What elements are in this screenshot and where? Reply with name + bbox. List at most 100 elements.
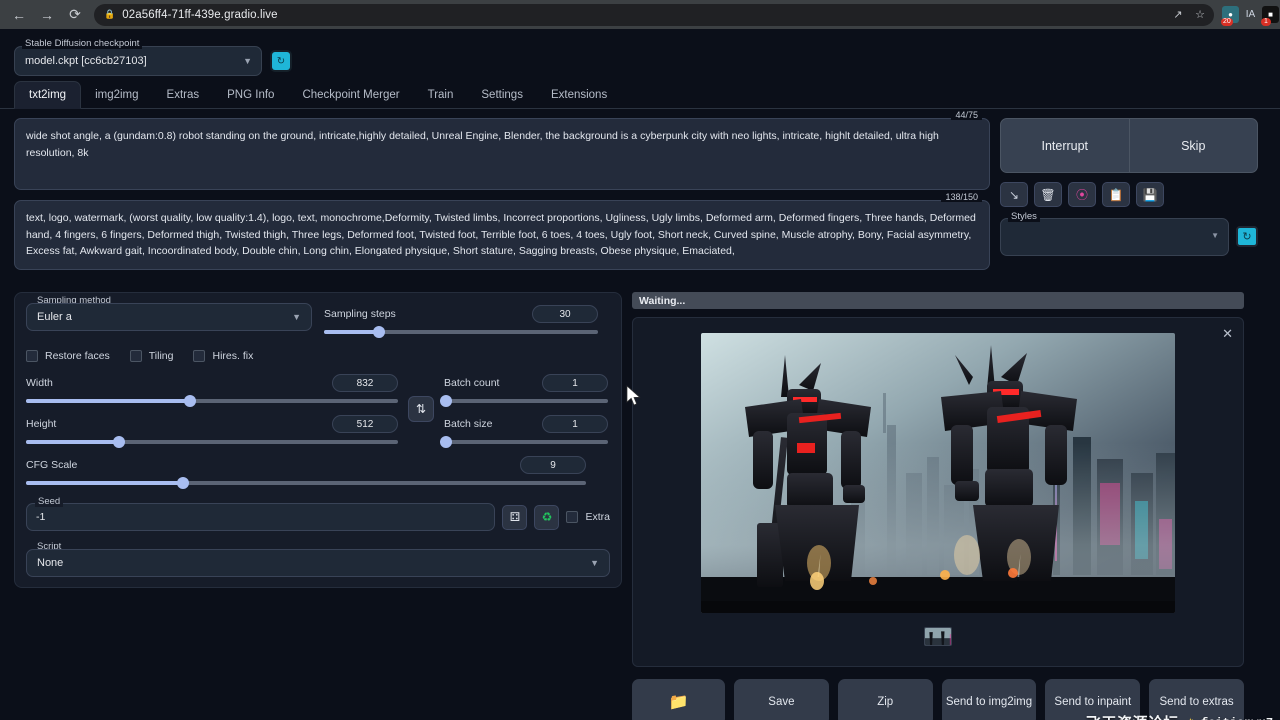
- tab-extensions[interactable]: Extensions: [537, 82, 621, 108]
- batch-size-slider[interactable]: [444, 440, 608, 444]
- slider-handle[interactable]: [440, 395, 452, 407]
- address-bar-actions: ↗ ☆: [1168, 5, 1210, 25]
- star-icon[interactable]: ☆: [1190, 5, 1210, 25]
- script-select[interactable]: None ▼: [26, 549, 610, 577]
- seed-label: Seed: [35, 496, 63, 507]
- script-value: None: [37, 557, 63, 569]
- share-icon[interactable]: ↗: [1168, 5, 1188, 25]
- reload-icon[interactable]: ⟳: [62, 2, 88, 28]
- forward-arrow-icon[interactable]: →: [34, 2, 60, 28]
- width-field: Width 832: [26, 374, 398, 403]
- cfg-scale-field: CFG Scale 9: [26, 456, 586, 485]
- send-to-img2img-button[interactable]: Send to img2img: [942, 679, 1037, 720]
- open-folder-button[interactable]: 📁: [632, 679, 725, 720]
- watermark-site: feitianwu7.com: [1201, 716, 1280, 720]
- checkbox-box: [193, 350, 205, 362]
- thumbnail-svg: [925, 628, 952, 646]
- positive-token-counter: 44/75: [951, 110, 982, 120]
- seed-input[interactable]: Seed -1: [26, 503, 495, 531]
- chevron-down-icon: ▼: [243, 56, 252, 66]
- positive-prompt-input[interactable]: wide shot angle, a (gundam:0.8) robot st…: [14, 118, 990, 190]
- refresh-icon: ↻: [1242, 230, 1251, 243]
- tab-png-info[interactable]: PNG Info: [213, 82, 288, 108]
- lock-icon: 🔒: [104, 9, 115, 20]
- tab-txt2img[interactable]: txt2img: [14, 81, 81, 109]
- batch-size-value[interactable]: 1: [542, 415, 608, 433]
- sampling-steps-label: Sampling steps: [324, 308, 396, 320]
- tab-extras[interactable]: Extras: [153, 82, 214, 108]
- dice-icon[interactable]: ⚃: [502, 505, 527, 530]
- extension-badge-1: 20: [1221, 18, 1233, 26]
- read-generation-params-icon[interactable]: ⦿: [1068, 182, 1096, 207]
- slider-handle[interactable]: [440, 436, 452, 448]
- batch-count-label: Batch count: [444, 377, 499, 389]
- save-style-icon[interactable]: 💾: [1136, 182, 1164, 207]
- interrupt-button[interactable]: Interrupt: [1001, 119, 1129, 172]
- cfg-scale-value[interactable]: 9: [520, 456, 586, 474]
- tiling-checkbox[interactable]: Tiling: [130, 350, 174, 362]
- batch-count-value[interactable]: 1: [542, 374, 608, 392]
- checkbox-box: [26, 350, 38, 362]
- tab-checkpoint-merger[interactable]: Checkpoint Merger: [288, 82, 413, 108]
- swap-wrap: ⇅: [408, 374, 434, 444]
- slider-handle[interactable]: [177, 477, 189, 489]
- extension-icon-1[interactable]: ●20: [1222, 6, 1239, 23]
- tab-train[interactable]: Train: [414, 82, 468, 108]
- prompt-column: 44/75 wide shot angle, a (gundam:0.8) ro…: [14, 118, 990, 280]
- recycle-icon[interactable]: ♻: [534, 505, 559, 530]
- extension-icon-3[interactable]: ■1: [1262, 6, 1279, 23]
- extension-toolbar: ●20 IA ■1 N ▣ 🧩 ◫: [1222, 6, 1280, 23]
- height-slider[interactable]: [26, 440, 398, 444]
- prompt-area: 44/75 wide shot angle, a (gundam:0.8) ro…: [0, 109, 1280, 280]
- progress-status: Waiting...: [632, 292, 1244, 309]
- hires-fix-checkbox[interactable]: Hires. fix: [193, 350, 253, 362]
- height-field: Height 512: [26, 415, 398, 444]
- negative-prompt-wrap: 138/150 text, logo, watermark, (worst qu…: [14, 200, 990, 270]
- clear-prompt-trash-icon[interactable]: 🗑: [1034, 182, 1062, 207]
- restore-faces-checkbox[interactable]: Restore faces: [26, 350, 110, 362]
- dimensions-batch-row: Width 832 Height 512: [26, 374, 610, 444]
- tab-img2img[interactable]: img2img: [81, 82, 152, 108]
- restore-progress-icon[interactable]: ↘: [1000, 182, 1028, 207]
- cfg-head: CFG Scale 9: [26, 456, 586, 474]
- checkpoint-select[interactable]: Stable Diffusion checkpoint model.ckpt […: [14, 46, 262, 76]
- tab-settings[interactable]: Settings: [467, 82, 537, 108]
- save-button[interactable]: Save: [734, 679, 829, 720]
- generated-image[interactable]: [701, 333, 1175, 613]
- styles-row: Styles ▼ ↻: [1000, 218, 1258, 256]
- height-value[interactable]: 512: [332, 415, 398, 433]
- cfg-scale-slider[interactable]: [26, 481, 586, 485]
- extra-seed-checkbox[interactable]: Extra: [566, 511, 610, 523]
- slider-handle[interactable]: [113, 436, 125, 448]
- sampling-steps-slider[interactable]: [324, 330, 598, 334]
- negative-token-counter: 138/150: [941, 192, 982, 202]
- batch-count-slider[interactable]: [444, 399, 608, 403]
- skip-button[interactable]: Skip: [1129, 119, 1258, 172]
- width-value[interactable]: 832: [332, 374, 398, 392]
- styles-select[interactable]: Styles ▼: [1000, 218, 1229, 256]
- internet-archive-icon[interactable]: IA: [1242, 6, 1259, 23]
- settings-column: Sampling method Euler a ▼ Sampling steps…: [14, 292, 622, 720]
- slider-handle[interactable]: [184, 395, 196, 407]
- styles-refresh-button[interactable]: ↻: [1236, 226, 1258, 247]
- slider-handle[interactable]: [373, 326, 385, 338]
- dimensions-group: Width 832 Height 512: [26, 374, 398, 444]
- batch-count-field: Batch count 1: [444, 374, 608, 403]
- tiling-label: Tiling: [149, 350, 174, 362]
- stable-diffusion-webui: Stable Diffusion checkpoint model.ckpt […: [0, 29, 1280, 720]
- sampling-steps-value[interactable]: 30: [532, 305, 598, 323]
- close-icon[interactable]: ✕: [1222, 326, 1233, 342]
- positive-prompt-wrap: 44/75 wide shot angle, a (gundam:0.8) ro…: [14, 118, 990, 190]
- back-arrow-icon[interactable]: ←: [6, 2, 32, 28]
- result-thumbnail[interactable]: [924, 627, 952, 646]
- address-bar[interactable]: 🔒 02a56ff4-71ff-439e.gradio.live ↗ ☆: [94, 4, 1214, 26]
- restore-faces-label: Restore faces: [45, 350, 110, 362]
- width-slider[interactable]: [26, 399, 398, 403]
- checkpoint-refresh-button[interactable]: ↻: [272, 52, 290, 70]
- checkpoint-label: Stable Diffusion checkpoint: [22, 38, 142, 49]
- zip-button[interactable]: Zip: [838, 679, 933, 720]
- negative-prompt-input[interactable]: text, logo, watermark, (worst quality, l…: [14, 200, 990, 270]
- apply-style-clipboard-icon[interactable]: 📋: [1102, 182, 1130, 207]
- swap-dimensions-icon[interactable]: ⇅: [408, 396, 434, 422]
- sampling-method-select[interactable]: Euler a ▼: [26, 303, 312, 331]
